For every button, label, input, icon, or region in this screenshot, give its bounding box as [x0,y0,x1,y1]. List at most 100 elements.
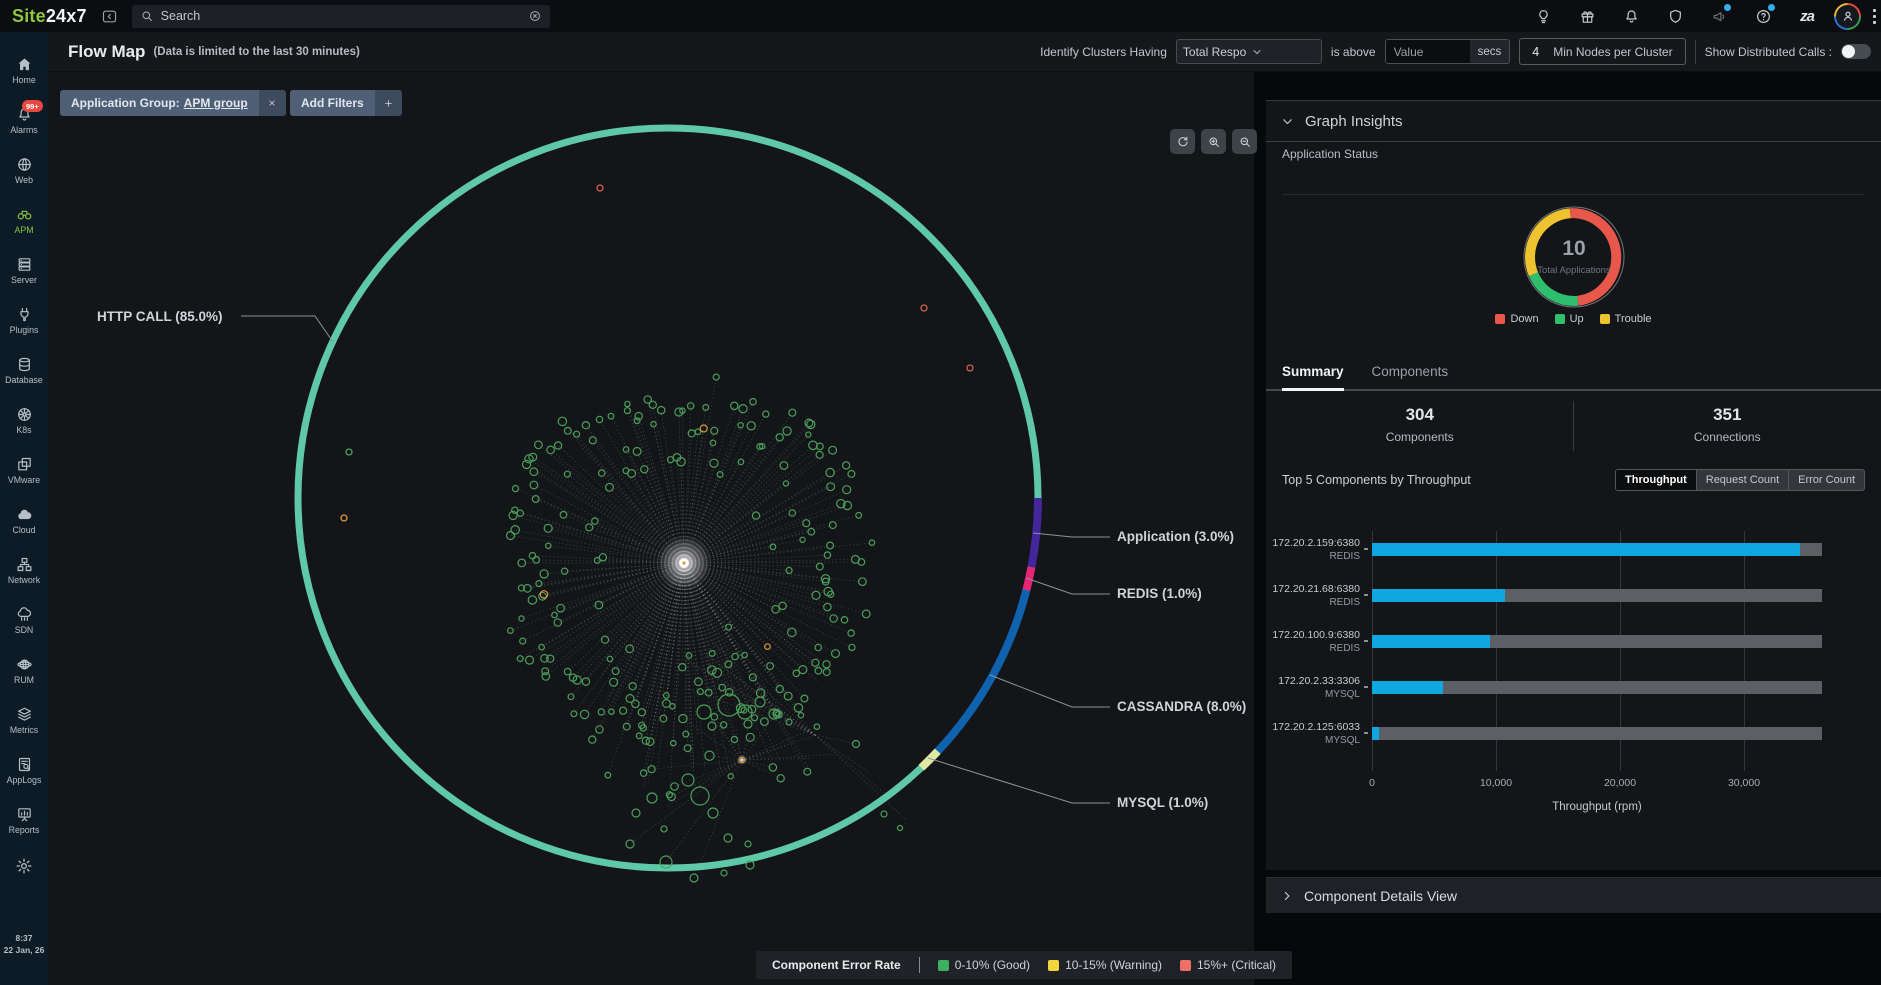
clock: 8:37 22 Jan, 26 [0,932,48,958]
sidebar-item-home[interactable]: Home [0,54,48,100]
sidebar-item-label: Cloud [0,525,48,535]
sidebar-item-cloud[interactable]: Cloud [0,504,48,550]
sidebar-item-applogs[interactable]: AppLogs [0,754,48,800]
bar-value[interactable] [1372,589,1505,602]
flow-node[interactable] [967,365,973,371]
total-applications-label: Total Applications [1537,265,1611,276]
threshold-value-input[interactable] [1386,40,1470,63]
collapse-icon [101,8,118,25]
sidebar-item-server[interactable]: Server [0,254,48,300]
bar-value[interactable] [1372,635,1490,648]
rum-icon [16,656,33,673]
metric-toggle-request-count[interactable]: Request Count [1697,470,1789,490]
alarm-count-badge: 99+ [22,100,43,112]
search-input[interactable] [161,9,521,23]
sidebar-item-settings[interactable] [0,855,48,885]
clock-date: 22 Jan, 26 [0,944,48,957]
k8s-icon [16,406,33,423]
flow-node[interactable] [341,515,347,521]
stat-label: Connections [1574,430,1881,444]
sidebar-item-reports[interactable]: Reports [0,804,48,850]
flow-node[interactable] [346,449,352,455]
show-distributed-toggle[interactable] [1841,44,1871,59]
filter-chip-value[interactable]: APM group [184,96,248,110]
flow-map-canvas[interactable]: Application (3.0%)REDIS (1.0%)CASSANDRA … [48,72,1254,985]
sidebar-item-metrics[interactable]: Metrics [0,704,48,750]
error-legend-item: 0-10% (Good) [938,958,1030,972]
top-bar: Site24x7 za [0,0,1881,32]
stat-connections: 351Connections [1574,393,1881,459]
sidebar-item-network[interactable]: Network [0,554,48,600]
identify-clusters-label: Identify Clusters Having [1040,45,1167,59]
tab-summary[interactable]: Summary [1282,353,1344,391]
flow-node[interactable] [921,305,927,311]
metric-toggle-error-count[interactable]: Error Count [1789,470,1864,490]
add-filters-chip[interactable]: Add Filters [290,90,402,116]
sidebar-item-rum[interactable]: RUM [0,654,48,700]
help-icon[interactable] [1746,4,1780,28]
cluster-hub[interactable] [682,561,685,564]
ring-mysql[interactable] [921,751,937,767]
graph-insights-title: Graph Insights [1305,113,1403,130]
bar-value[interactable] [1372,727,1379,740]
sidebar-item-sdn[interactable]: SDN [0,604,48,650]
chevron-down-icon [1280,114,1295,129]
flow-node[interactable] [597,185,603,191]
stat-label: Components [1266,430,1574,444]
idea-icon[interactable] [1526,4,1560,28]
clock-time: 8:37 [0,932,48,945]
sidebar-item-web[interactable]: Web [0,154,48,200]
ring-application[interactable] [1031,498,1038,567]
sidebar-item-apm[interactable]: APM [0,204,48,250]
tab-components[interactable]: Components [1372,353,1449,391]
zoho-icon[interactable]: za [1790,4,1824,28]
site24x7-logo[interactable]: Site24x7 [12,6,87,27]
error-legend-title: Component Error Rate [772,958,901,972]
min-nodes-value[interactable]: 4 [1532,45,1539,59]
sidebar-item-plugins[interactable]: Plugins [0,304,48,350]
sidebar-item-database[interactable]: Database [0,354,48,400]
sidebar-item-alarms[interactable]: Alarms99+ [0,104,48,150]
security-icon[interactable] [1658,4,1692,28]
legend-swatch [1180,960,1191,971]
application-group-filter-chip[interactable]: Application Group:APM group [60,90,286,116]
remove-filter-icon[interactable] [259,90,286,116]
sidebar-item-k8s[interactable]: K8s [0,404,48,450]
bar-category-label: 172.20.100.9:6380REDIS [1266,629,1360,656]
x-tick-label: 0 [1369,777,1375,789]
database-icon [16,356,33,373]
add-filter-icon[interactable] [375,90,402,116]
sidebar-item-label: Alarms [0,125,48,135]
bar-value[interactable] [1372,543,1800,556]
clear-search-icon[interactable] [528,9,542,23]
chevron-down-icon [1251,46,1263,58]
refresh-button[interactable] [1170,129,1195,154]
user-avatar[interactable] [1834,3,1861,30]
apps-grid-icon[interactable] [1873,6,1879,26]
zoom-out-button[interactable] [1232,129,1257,154]
min-nodes-label: Min Nodes per Cluster [1553,45,1672,59]
gift-icon[interactable] [1570,4,1604,28]
bar-value[interactable] [1372,681,1443,694]
x-tick-label: 20,000 [1604,777,1636,789]
min-nodes-control[interactable]: 4 Min Nodes per Cluster [1519,38,1685,65]
plus-icon [383,98,394,109]
announcements-icon[interactable] [1702,4,1736,28]
ring-label: REDIS (1.0%) [1117,586,1202,601]
legend-swatch [1555,314,1565,324]
map-toolbar [1170,129,1257,154]
zoom-in-button[interactable] [1201,129,1226,154]
flow-map-svg: Application (3.0%)REDIS (1.0%)CASSANDRA … [48,72,1254,985]
home-icon [16,56,33,73]
flow-nodes [507,374,903,882]
ring-label: HTTP CALL (85.0%) [97,309,223,324]
graph-insights-header[interactable]: Graph Insights [1266,101,1881,142]
metric-toggle-throughput[interactable]: Throughput [1616,470,1697,490]
sidebar-item-vmware[interactable]: VMware [0,454,48,500]
collapse-sidebar-button[interactable] [101,8,118,25]
component-details-header[interactable]: Component Details View [1266,877,1881,913]
cluster-metric-select[interactable]: Total Response Time [1176,39,1322,64]
notifications-icon[interactable] [1614,4,1648,28]
ring-cassandra[interactable] [938,590,1027,751]
global-search[interactable] [132,5,550,28]
